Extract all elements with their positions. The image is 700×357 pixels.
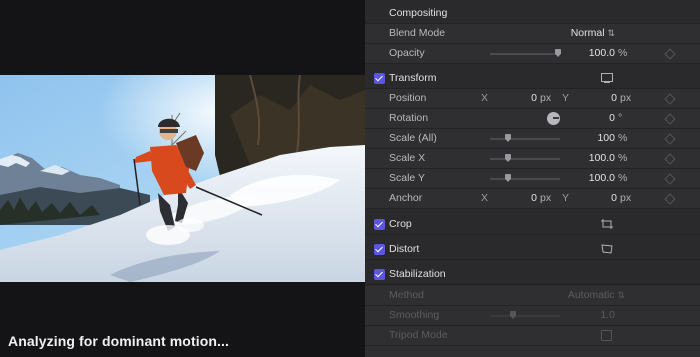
scale-x-slider-thumb[interactable]	[505, 154, 511, 162]
scale-all-row: Scale (All) 100 %	[365, 129, 700, 149]
smoothing-value[interactable]: 1.0	[580, 309, 615, 321]
video-inspector: Compositing Blend Mode Normal ⇅ Opacity …	[365, 0, 700, 357]
anchor-y-value[interactable]: 0	[595, 192, 617, 204]
opacity-unit: %	[618, 47, 628, 59]
scale-y-value[interactable]: 100.0	[580, 172, 615, 184]
scale-y-label: Scale Y	[389, 172, 425, 184]
scale-y-slider[interactable]	[490, 178, 560, 180]
rotation-value[interactable]: 0	[593, 112, 615, 124]
position-x-value[interactable]: 0	[515, 92, 537, 104]
stabilization-checkbox[interactable]	[374, 269, 385, 280]
keyframe-icon[interactable]	[664, 48, 676, 60]
opacity-slider[interactable]	[490, 53, 560, 55]
compositing-section: Compositing	[365, 4, 700, 24]
position-y-value[interactable]: 0	[595, 92, 617, 104]
scale-x-unit: %	[618, 152, 628, 164]
keyframe-icon[interactable]	[664, 153, 676, 165]
rotation-dial-icon[interactable]	[547, 112, 560, 125]
opacity-row: Opacity 100.0 %	[365, 44, 700, 64]
chevron-updown-icon: ⇅	[607, 28, 615, 38]
chevron-updown-icon: ⇅	[617, 290, 625, 300]
rotation-unit: °	[618, 112, 623, 124]
scale-all-unit: %	[618, 132, 628, 144]
scale-x-value[interactable]: 100.0	[580, 152, 615, 164]
scale-y-slider-thumb[interactable]	[505, 174, 511, 182]
opacity-label: Opacity	[389, 47, 425, 59]
anchor-x-unit: px	[540, 192, 552, 204]
distort-checkbox[interactable]	[374, 244, 385, 255]
position-label: Position	[389, 92, 427, 104]
scale-x-slider[interactable]	[490, 158, 560, 160]
scale-all-label: Scale (All)	[389, 132, 437, 144]
transform-checkbox[interactable]	[374, 73, 385, 84]
stabilization-title: Stabilization	[389, 268, 446, 280]
anchor-row: Anchor X 0 px Y 0 px	[365, 189, 700, 209]
anchor-y-axis-label: Y	[562, 192, 570, 204]
anchor-x-axis-label: X	[481, 192, 489, 204]
blend-mode-label: Blend Mode	[389, 27, 446, 39]
tripod-mode-checkbox[interactable]	[601, 330, 612, 341]
method-row: Method Automatic ⇅	[365, 286, 700, 306]
scale-y-row: Scale Y 100.0 %	[365, 169, 700, 189]
scale-all-slider-thumb[interactable]	[505, 134, 511, 142]
distort-icon[interactable]	[601, 244, 613, 254]
position-y-axis-label: Y	[562, 92, 570, 104]
scale-all-slider[interactable]	[490, 138, 560, 140]
distort-section: Distort	[365, 240, 700, 260]
scale-all-value[interactable]: 100	[580, 132, 615, 144]
smoothing-label: Smoothing	[389, 309, 440, 321]
blend-mode-value: Normal	[570, 27, 605, 39]
keyframe-icon[interactable]	[664, 133, 676, 145]
crop-checkbox[interactable]	[374, 219, 385, 230]
compositing-title: Compositing	[389, 7, 448, 19]
smoothing-row: Smoothing 1.0	[365, 306, 700, 326]
blend-mode-row: Blend Mode Normal ⇅	[365, 24, 700, 44]
keyframe-icon[interactable]	[664, 93, 676, 105]
method-value: Automatic	[567, 289, 615, 301]
scale-y-unit: %	[618, 172, 628, 184]
opacity-value[interactable]: 100.0	[580, 47, 615, 59]
blend-mode-select[interactable]: Normal ⇅	[565, 27, 615, 39]
crop-section: Crop	[365, 215, 700, 235]
rotation-label: Rotation	[389, 112, 429, 124]
opacity-slider-thumb[interactable]	[555, 49, 561, 57]
transform-onscreen-icon[interactable]	[601, 73, 613, 83]
position-y-unit: px	[620, 92, 632, 104]
method-label: Method	[389, 289, 425, 301]
smoothing-slider-thumb[interactable]	[510, 311, 516, 319]
anchor-label: Anchor	[389, 192, 423, 204]
transform-section: Transform	[365, 69, 700, 89]
position-x-unit: px	[540, 92, 552, 104]
position-row: Position X 0 px Y 0 px	[365, 89, 700, 109]
crop-icon[interactable]	[601, 219, 613, 229]
tripod-mode-label: Tripod Mode	[389, 329, 448, 341]
viewer: Analyzing for dominant motion...	[0, 0, 365, 357]
keyframe-icon[interactable]	[664, 113, 676, 125]
stabilization-section: Stabilization	[365, 265, 700, 285]
anchor-x-value[interactable]: 0	[515, 192, 537, 204]
keyframe-icon[interactable]	[664, 173, 676, 185]
distort-title: Distort	[389, 243, 420, 255]
crop-title: Crop	[389, 218, 412, 230]
tripod-mode-row: Tripod Mode	[365, 326, 700, 346]
inspector-footer	[365, 346, 700, 357]
smoothing-slider[interactable]	[490, 315, 560, 317]
keyframe-icon[interactable]	[664, 193, 676, 205]
scale-x-label: Scale X	[389, 152, 426, 164]
position-x-axis-label: X	[481, 92, 489, 104]
method-select[interactable]: Automatic ⇅	[560, 289, 625, 301]
scale-x-row: Scale X 100.0 %	[365, 149, 700, 169]
anchor-y-unit: px	[620, 192, 632, 204]
transform-title: Transform	[389, 72, 437, 84]
analysis-status-text: Analyzing for dominant motion...	[8, 333, 229, 349]
skier-image	[0, 75, 365, 282]
rotation-row: Rotation 0 °	[365, 109, 700, 129]
video-frame[interactable]	[0, 75, 365, 282]
